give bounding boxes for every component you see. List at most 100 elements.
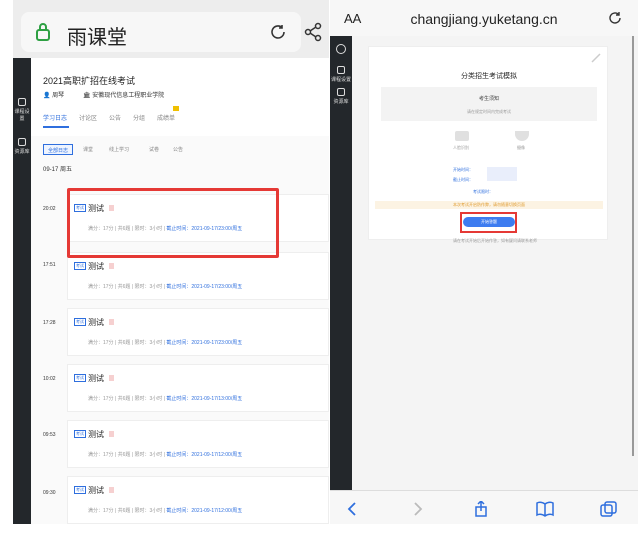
school-name: 🏛 安徽现代信息工程职业学院 [83,93,165,99]
tab-discussion[interactable]: 讨论区 [79,113,97,122]
left-phone-screen: 雨课堂 课程设置 资源库 2021高职扩招在线考试 👤 周琴 🏛 安徽现代信息工… [13,0,329,524]
highlight-annotation-box [67,188,279,258]
right-nav-sidebar: 课程设置 资源库 [330,36,352,490]
meta-text: 满分：17分 | 共6题 | 限时：3小时 | [88,396,167,402]
start-time-label: 开始时间： [453,167,473,172]
camera-icon [515,131,529,141]
sidebar-label: 课程设置 [14,109,30,122]
exam-meta: 满分：17分 | 共6题 | 限时：3小时 | 截止时间：2021-09-17/… [88,507,242,514]
camera-label: 摄像 [517,145,525,150]
exam-name: 测试 [88,486,104,495]
row-time: 09:30 [43,490,56,496]
address-bar[interactable]: 雨课堂 [21,12,301,52]
face-recognition-label: 人脸识别 [453,145,469,150]
teacher-name: 👤 周琴 [43,93,65,99]
exam-card[interactable]: 考试 测试 满分：17分 | 共6题 | 限时：3小时 | 截止时间：2021-… [67,420,329,468]
lock-icon [36,23,50,41]
bookmarks-icon[interactable] [536,501,554,517]
lock-badge-icon [109,375,114,381]
row-time: 17:28 [43,320,56,326]
new-badge [173,106,179,111]
sidebar-item-resources[interactable]: 资源库 [13,138,31,155]
lock-badge-icon [109,431,114,437]
filter-exam[interactable]: 试卷 [145,144,163,155]
deadline-text: 截止时间：2021-09-17/13:00/周五 [166,396,243,402]
filter-all[interactable]: 全部日志 [43,144,74,155]
teacher-name-text: 周琴 [52,93,65,99]
lock-badge-icon [109,487,114,493]
safari-topbar: AA changjiang.yuketang.cn [330,0,638,36]
row-time: 20:02 [43,206,56,212]
exam-tag: 考试 [74,430,86,438]
settings-icon [337,66,345,74]
school-name-text: 安徽现代信息工程职业学院 [92,93,165,99]
tab-learning-log[interactable]: 学习日志 [43,113,67,122]
left-nav-sidebar: 课程设置 资源库 [13,58,31,524]
sidebar-item-course-settings[interactable]: 课程设置 [13,98,31,122]
face-recognition-icon [455,131,469,141]
tab-groups[interactable]: 分组 [133,113,145,122]
exam-name: 测试 [88,430,104,439]
back-icon[interactable] [344,501,362,517]
settings-icon [18,98,26,106]
share-icon[interactable] [472,501,490,517]
meta-text: 满分：17分 | 共6题 | 限时：3小时 | [88,284,167,290]
exam-card[interactable]: 考试 测试 满分：17分 | 共6题 | 限时：3小时 | 截止时间：2021-… [67,476,329,524]
lock-badge-icon [109,263,114,269]
exam-meta: 满分：17分 | 共6题 | 限时：3小时 | 截止时间：2021-09-17/… [88,283,242,290]
folder-icon [18,138,26,146]
deadline-text: 截止时间：2021-09-17/12:00/周五 [166,508,243,514]
tab-grades[interactable]: 成绩单 [157,113,175,122]
exam-tag: 考试 [74,486,86,494]
share-icon[interactable] [303,22,323,42]
row-time: 10:02 [43,376,56,382]
time-limit-label: 考试限时： [473,189,493,194]
highlight-annotation-box [460,212,517,233]
reload-icon[interactable] [608,11,622,25]
row-time: 17:51 [43,262,56,268]
tabs-icon[interactable] [600,501,618,517]
pen-icon [591,53,601,63]
avatar[interactable] [330,44,352,56]
exam-start-card: 分类招生考试模拟 考生须知 请在规定时间内完成考试 人脸识别 摄像 开始时间： … [368,46,608,240]
meta-text: 满分：17分 | 共6题 | 限时：3小时 | [88,340,167,346]
course-header: 2021高职扩招在线考试 👤 周琴 🏛 安徽现代信息工程职业学院 学习日志 讨论… [31,58,329,136]
site-title: 雨课堂 [67,27,127,49]
row-time: 09:53 [43,432,56,438]
filter-online[interactable]: 线上学习 [105,144,133,155]
reload-icon[interactable] [269,23,287,41]
exam-tag: 考试 [74,262,86,270]
exam-instructions: 考生须知 请在规定时间内完成考试 [381,87,597,121]
deadline-text: 截止时间：2021-09-17/23:00/周五 [166,284,243,290]
redacted-values [487,167,517,181]
sidebar-item-resources[interactable]: 资源库 [330,88,352,105]
forward-icon[interactable] [408,501,426,517]
deadline-text: 截止时间：2021-09-17/23:00/周五 [166,340,243,346]
right-phone-screen: AA changjiang.yuketang.cn 课程设置 资源库 分类招生考… [330,0,638,524]
deadline-label: 截止时间： [453,177,473,182]
exam-card[interactable]: 考试 测试 满分：17分 | 共6题 | 限时：3小时 | 截止时间：2021-… [67,364,329,412]
url-domain[interactable]: changjiang.yuketang.cn [330,11,638,27]
browser-topbar: 雨课堂 [13,0,329,58]
safari-toolbar [330,490,638,524]
meta-text: 满分：17分 | 共6题 | 限时：3小时 | [88,452,167,458]
sidebar-label: 课程设置 [330,77,351,83]
exam-meta: 满分：17分 | 共6题 | 限时：3小时 | 截止时间：2021-09-17/… [88,339,242,346]
sidebar-label: 资源库 [14,149,30,155]
tab-announcement[interactable]: 公告 [109,113,121,122]
exam-meta: 满分：17分 | 共6题 | 限时：3小时 | 截止时间：2021-09-17/… [88,451,242,458]
anti-cheat-warning: 本次考试开启防作弊，请勿随意切换页面 [375,201,603,209]
sidebar-item-course-settings[interactable]: 课程设置 [330,66,352,83]
filter-notice[interactable]: 公告 [169,144,187,155]
lock-badge-icon [109,319,114,325]
course-content: 2021高职扩招在线考试 👤 周琴 🏛 安徽现代信息工程职业学院 学习日志 讨论… [31,58,329,524]
exam-name: 测试 [88,262,104,271]
date-header: 09-17 周五 [43,167,73,173]
scrollbar[interactable] [632,36,634,456]
instructions-text: 请在规定时间内完成考试 [467,109,511,114]
exam-tag: 考试 [74,318,86,326]
exam-card[interactable]: 考试 测试 满分：17分 | 共6题 | 限时：3小时 | 截止时间：2021-… [67,308,329,356]
exam-card[interactable]: 考试 测试 满分：17分 | 共6题 | 限时：3小时 | 截止时间：2021-… [67,252,329,300]
filter-class[interactable]: 课堂 [79,144,97,155]
exam-page: 分类招生考试模拟 考生须知 请在规定时间内完成考试 人脸识别 摄像 开始时间： … [352,36,638,490]
